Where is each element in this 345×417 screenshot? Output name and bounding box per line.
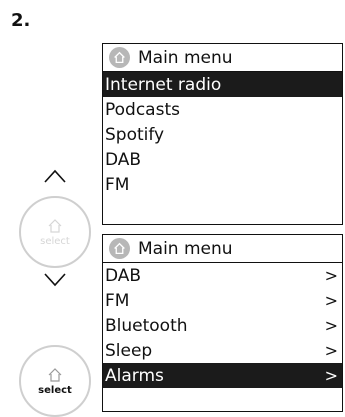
menu-item-sleep[interactable]: Sleep > bbox=[103, 338, 342, 363]
screen-title: Main menu bbox=[103, 44, 342, 72]
menu-item-label: Bluetooth bbox=[105, 315, 188, 336]
home-icon bbox=[48, 218, 62, 233]
menu-item-spotify[interactable]: Spotify bbox=[103, 122, 342, 147]
home-icon bbox=[109, 238, 130, 259]
menu-item-fm[interactable]: FM > bbox=[103, 288, 342, 313]
screen-title-text: Main menu bbox=[138, 238, 233, 259]
menu-item-label: Internet radio bbox=[105, 74, 222, 95]
menu-item-label: DAB bbox=[105, 265, 142, 286]
menu-item-label: Podcasts bbox=[105, 99, 180, 120]
menu-item-alarms[interactable]: Alarms > bbox=[103, 363, 342, 388]
menu-screen-bottom: Main menu DAB > FM > Bluetooth > Sleep >… bbox=[102, 234, 343, 412]
menu-screen-top: Main menu Internet radio Podcasts Spotif… bbox=[102, 43, 343, 225]
step-number: 2. bbox=[11, 10, 31, 31]
menu-item-label: Alarms bbox=[105, 365, 164, 386]
home-icon bbox=[109, 47, 130, 68]
select-knob-active[interactable]: select bbox=[19, 345, 91, 417]
home-icon bbox=[48, 367, 62, 382]
knob-label: select bbox=[38, 384, 72, 396]
menu-item-label: FM bbox=[105, 174, 130, 195]
menu-item-dab[interactable]: DAB > bbox=[103, 263, 342, 288]
chevron-right-icon: > bbox=[324, 265, 338, 285]
menu-item-label: Spotify bbox=[105, 124, 165, 145]
chevron-down-icon[interactable] bbox=[43, 272, 67, 288]
screen-title-text: Main menu bbox=[138, 47, 233, 68]
menu-item-dab[interactable]: DAB bbox=[103, 147, 342, 172]
chevron-up-icon[interactable] bbox=[43, 168, 67, 184]
menu-item-label: FM bbox=[105, 290, 130, 311]
select-knob-inactive[interactable]: select bbox=[19, 196, 91, 268]
menu-item-fm[interactable]: FM bbox=[103, 172, 342, 197]
menu-item-label: DAB bbox=[105, 149, 142, 170]
menu-item-label: Sleep bbox=[105, 340, 153, 361]
menu-item-bluetooth[interactable]: Bluetooth > bbox=[103, 313, 342, 338]
menu-item-internet-radio[interactable]: Internet radio bbox=[103, 72, 342, 97]
knob-label: select bbox=[40, 235, 70, 247]
menu-item-podcasts[interactable]: Podcasts bbox=[103, 97, 342, 122]
chevron-right-icon: > bbox=[324, 340, 338, 360]
chevron-right-icon: > bbox=[324, 315, 338, 335]
chevron-right-icon: > bbox=[324, 290, 338, 310]
screen-title: Main menu bbox=[103, 235, 342, 263]
chevron-right-icon: > bbox=[324, 365, 338, 385]
